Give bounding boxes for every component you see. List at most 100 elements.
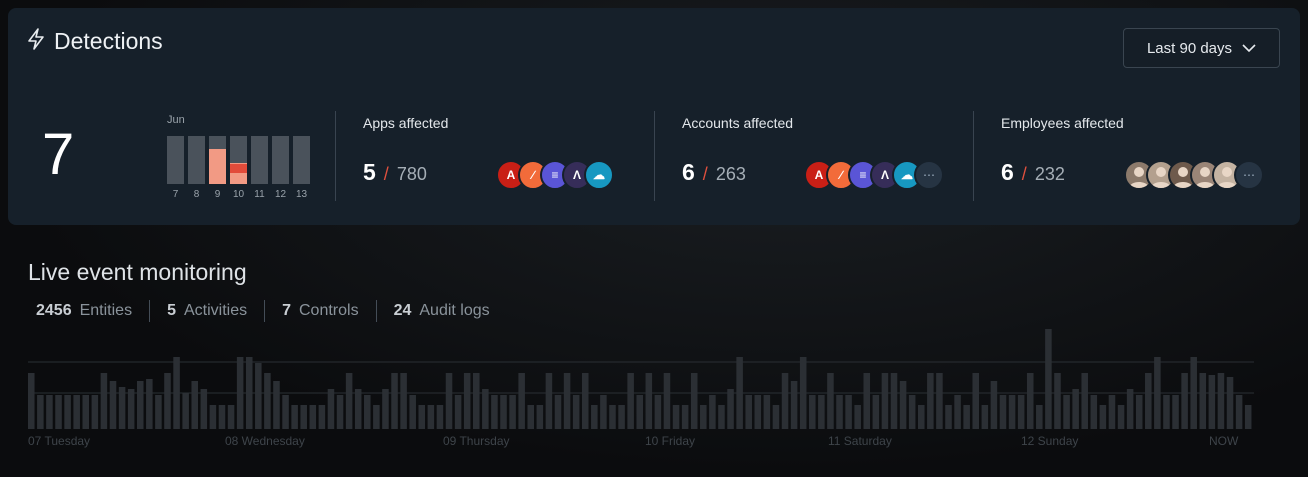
event-bar <box>200 389 208 429</box>
event-bar <box>545 373 553 429</box>
event-bar <box>863 373 871 429</box>
event-bar <box>28 373 35 429</box>
event-bar <box>1135 395 1143 429</box>
event-bar <box>282 395 289 429</box>
event-bar <box>636 395 643 429</box>
event-bar <box>1199 373 1207 429</box>
event-bar <box>581 373 589 429</box>
event-bar <box>1217 373 1225 429</box>
more-icon[interactable]: ⋯ <box>1234 160 1264 190</box>
event-bar <box>1163 395 1170 429</box>
event-bar <box>854 405 861 429</box>
event-bar <box>454 395 462 429</box>
event-bar <box>345 373 353 429</box>
event-bar <box>64 395 71 429</box>
event-bar <box>681 405 689 429</box>
event-bar <box>654 395 662 429</box>
stat-employees-affected[interactable]: Employees affected 6 / 232 ⋯ <box>1001 115 1264 190</box>
event-bar <box>391 373 398 429</box>
event-bar <box>218 405 226 429</box>
event-bar <box>600 395 607 429</box>
salesforce-icon: ☁ <box>584 160 614 190</box>
event-bar <box>364 395 371 429</box>
event-bar <box>627 373 634 429</box>
event-bar <box>809 395 816 429</box>
event-bar <box>255 363 262 429</box>
event-bar <box>591 405 598 429</box>
date-range-label: Last 90 days <box>1146 39 1233 57</box>
mini-chart-bar <box>230 136 247 184</box>
x-axis-label: 08 Wednesday <box>225 434 305 448</box>
event-bar <box>1036 405 1043 429</box>
slash-separator: / <box>702 164 708 184</box>
event-bar <box>509 395 516 429</box>
event-bar <box>672 405 680 429</box>
event-bar <box>927 373 934 429</box>
event-bar <box>146 379 153 429</box>
event-bar <box>1072 389 1079 429</box>
event-bar <box>781 373 789 429</box>
mini-chart-bar <box>251 136 268 184</box>
event-bar <box>173 357 180 429</box>
event-bar <box>1190 357 1197 429</box>
event-bar <box>818 395 825 429</box>
mini-detection-chart: Jun 7 8 9 10 11 12 13 <box>167 114 312 204</box>
event-bar <box>645 373 653 429</box>
event-bar <box>1026 373 1034 429</box>
event-bar <box>1063 395 1070 429</box>
event-bar <box>491 395 498 429</box>
event-bar <box>763 395 771 429</box>
x-axis-label: 09 Thursday <box>443 434 510 448</box>
event-bar <box>1126 389 1134 429</box>
counter-entities[interactable]: 2456 Entities <box>28 300 149 322</box>
event-bar <box>500 395 507 429</box>
stat-count: 5 <box>363 159 376 185</box>
event-bar <box>245 357 253 429</box>
stat-count: 6 <box>1001 159 1014 185</box>
event-bar <box>318 405 326 429</box>
event-bar <box>164 373 171 429</box>
counter-activities[interactable]: 5 Activities <box>149 300 264 322</box>
counter-label: Audit logs <box>419 302 490 319</box>
event-bar <box>872 395 880 429</box>
counter-value: 5 <box>167 302 176 319</box>
mini-chart-bar <box>293 136 310 184</box>
counter-audit-logs[interactable]: 24 Audit logs <box>375 300 507 322</box>
stat-label: Accounts affected <box>682 115 794 131</box>
live-monitoring-title: Live event monitoring <box>28 259 247 285</box>
event-bar <box>1145 373 1152 429</box>
event-bar <box>890 373 898 429</box>
event-bar <box>155 395 162 429</box>
event-bar <box>463 373 471 429</box>
event-bar <box>754 395 762 429</box>
event-bar <box>1008 395 1016 429</box>
more-icon[interactable]: ⋯ <box>914 160 944 190</box>
event-bar <box>945 405 952 429</box>
mini-chart-day-label: 11 <box>254 189 265 200</box>
stat-accounts-affected[interactable]: Accounts affected 6 / 263 A ∕ ≡ Λ ☁ ⋯ <box>682 115 944 190</box>
counter-controls[interactable]: 7 Controls <box>264 300 375 322</box>
event-bar <box>536 405 544 429</box>
date-range-dropdown[interactable]: Last 90 days <box>1123 28 1280 68</box>
event-bar <box>908 395 916 429</box>
event-bar <box>127 389 135 429</box>
mini-chart-day-label: 13 <box>295 189 308 200</box>
event-bar <box>1108 395 1116 429</box>
mini-chart-bar <box>272 136 289 184</box>
event-bar <box>745 395 752 429</box>
event-bar <box>336 395 344 429</box>
stat-label: Apps affected <box>363 115 449 131</box>
event-bar <box>1181 373 1188 429</box>
lightning-icon <box>26 28 46 55</box>
event-bar <box>91 395 99 429</box>
event-bar <box>291 405 298 429</box>
stat-apps-affected[interactable]: Apps affected 5 / 780 A ∕ ≡ Λ ☁ <box>363 115 614 190</box>
event-bar <box>373 405 380 429</box>
event-bar <box>790 381 798 429</box>
event-bar <box>445 373 453 429</box>
stat-total: 263 <box>715 164 746 184</box>
mini-chart-month: Jun <box>167 114 185 126</box>
event-bar <box>191 381 199 429</box>
event-bar <box>899 381 907 429</box>
event-bar <box>227 405 235 429</box>
